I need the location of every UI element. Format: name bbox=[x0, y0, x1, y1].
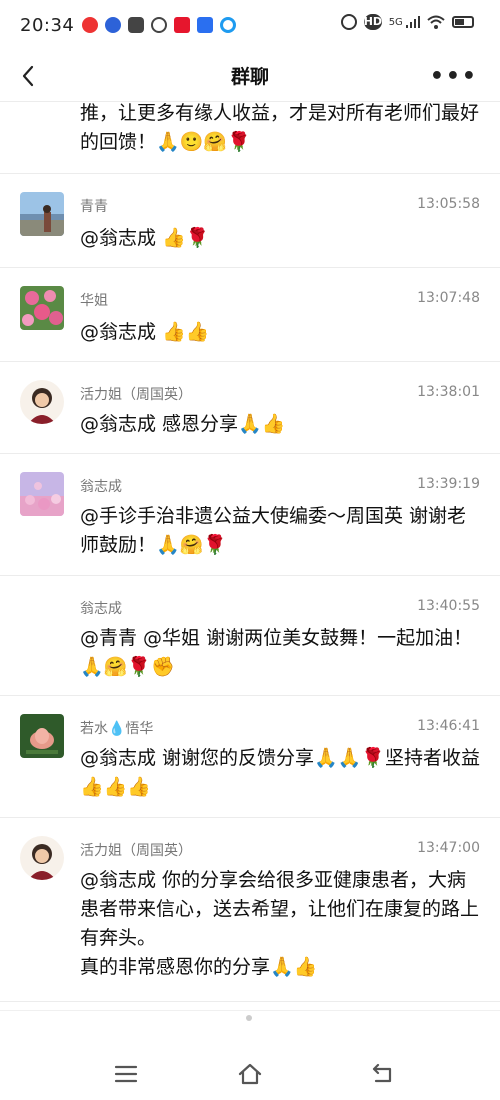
chat-message: 翁志成 13:40:55 @青青 @华姐 谢谢两位美女鼓舞！一起加油！🙏🤗🌹✊ bbox=[0, 576, 500, 696]
baidu-paw-icon bbox=[105, 17, 122, 33]
chat-message: 翁志成 13:39:19 @手诊手治非遗公益大使编委～周国英 谢谢老师鼓励！🙏🤗… bbox=[0, 454, 500, 576]
wifi-icon bbox=[427, 15, 445, 29]
sender-name: 翁志成 bbox=[80, 601, 122, 617]
chat-message-list[interactable]: 推，让更多有缘人收益，才是对所有老师们最好的回馈！🙏🙂🤗🌹 青青 13:05:5… bbox=[0, 102, 500, 1010]
chat-message: 活力姐（周国英） 13:38:01 @翁志成 感恩分享🙏👍 bbox=[0, 362, 500, 454]
chat-header: 群聊 ••• bbox=[0, 50, 500, 102]
alarm-icon bbox=[151, 17, 168, 33]
5g-signal-icon: 5G bbox=[389, 16, 420, 28]
sender-name: 若水💧悟华 bbox=[80, 721, 154, 737]
menu-icon[interactable] bbox=[113, 1061, 139, 1087]
avatar[interactable] bbox=[20, 472, 64, 516]
back-arrow-icon[interactable] bbox=[16, 62, 42, 90]
chat-message: 华姐 13:07:48 @翁志成 👍👍 bbox=[0, 268, 500, 362]
message-meta: 活力姐（周国英） 13:47:00 bbox=[80, 840, 480, 860]
avatar[interactable] bbox=[20, 286, 64, 330]
avatar[interactable] bbox=[20, 714, 64, 758]
message-text: @翁志成 谢谢您的反馈分享🙏🙏🌹坚持者收益👍👍👍 bbox=[80, 747, 481, 798]
status-right-icons: HD 5G bbox=[340, 14, 474, 30]
message-time: 13:47:00 bbox=[417, 840, 480, 856]
message-text: @手诊手治非遗公益大使编委～周国英 谢谢老师鼓励！🙏🤗🌹 bbox=[80, 505, 467, 556]
sender-name: 华姐 bbox=[80, 293, 108, 309]
message-time: 13:40:55 bbox=[417, 598, 480, 614]
message-time: 13:07:48 bbox=[417, 290, 480, 306]
message-time: 13:46:41 bbox=[417, 718, 480, 734]
message-text: @翁志成 👍👍 bbox=[80, 321, 210, 343]
system-navigation-bar bbox=[0, 1010, 500, 1100]
weibo-icon bbox=[174, 17, 191, 33]
shield-icon bbox=[128, 17, 145, 33]
sender-name: 青青 bbox=[80, 199, 108, 215]
message-text: @翁志成 感恩分享🙏👍 bbox=[80, 413, 286, 435]
app-icon-netease bbox=[82, 17, 99, 33]
more-options-button[interactable]: ••• bbox=[430, 64, 478, 89]
message-time: 13:39:19 bbox=[417, 476, 480, 492]
sender-name: 活力姐（周国英） bbox=[80, 843, 192, 859]
sender-name: 活力姐（周国英） bbox=[80, 387, 192, 403]
message-meta: 翁志成 13:39:19 bbox=[80, 476, 480, 496]
message-text: @翁志成 你的分享会给很多亚健康患者，大病患者带来信心，送去希望，让他们在康复的… bbox=[80, 869, 480, 978]
message-time: 13:38:01 bbox=[417, 384, 480, 400]
translate-icon bbox=[197, 17, 214, 33]
page-title: 群聊 bbox=[230, 66, 269, 88]
browser-icon bbox=[220, 17, 237, 33]
chat-message: 活力姐（周国英） 13:47:00 @翁志成 你的分享会给很多亚健康患者，大病患… bbox=[0, 818, 500, 1002]
sender-name: 翁志成 bbox=[80, 479, 122, 495]
chat-message: 青青 13:05:58 @翁志成 👍🌹 bbox=[0, 174, 500, 268]
message-meta: 翁志成 13:40:55 bbox=[80, 598, 480, 618]
avatar[interactable] bbox=[20, 192, 64, 236]
message-time: 13:05:58 bbox=[417, 196, 480, 212]
avatar[interactable] bbox=[20, 380, 64, 424]
alarm-icon bbox=[340, 14, 357, 30]
chat-message: 推，让更多有缘人收益，才是对所有老师们最好的回馈！🙏🙂🤗🌹 bbox=[0, 102, 500, 174]
message-meta: 青青 13:05:58 bbox=[80, 196, 480, 216]
status-left-icons bbox=[82, 17, 237, 33]
avatar[interactable] bbox=[20, 836, 64, 880]
status-time: 20:34 bbox=[20, 14, 75, 36]
status-bar: 20:34 HD 5G bbox=[0, 0, 500, 50]
chat-message: 若水💧悟华 13:46:41 @翁志成 谢谢您的反馈分享🙏🙏🌹坚持者收益👍👍👍 bbox=[0, 696, 500, 818]
message-meta: 活力姐（周国英） 13:38:01 bbox=[80, 384, 480, 404]
network-label: 5G bbox=[388, 17, 403, 28]
back-icon[interactable] bbox=[370, 1061, 396, 1087]
message-text: 推，让更多有缘人收益，才是对所有老师们最好的回馈！🙏🙂🤗🌹 bbox=[80, 102, 480, 153]
hd-icon: HD bbox=[363, 14, 383, 30]
scroll-indicator bbox=[246, 1015, 252, 1021]
battery-icon bbox=[452, 16, 474, 28]
message-meta: 若水💧悟华 13:46:41 bbox=[80, 718, 480, 738]
message-text: @青青 @华姐 谢谢两位美女鼓舞！一起加油！🙏🤗🌹✊ bbox=[80, 627, 473, 678]
message-meta: 华姐 13:07:48 bbox=[80, 290, 480, 310]
home-icon[interactable] bbox=[237, 1061, 263, 1087]
message-text: @翁志成 👍🌹 bbox=[80, 227, 210, 249]
